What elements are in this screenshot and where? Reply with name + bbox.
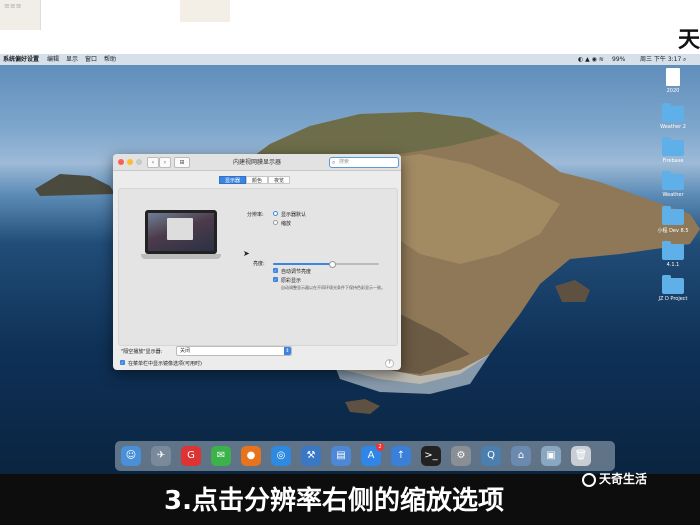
tab-color[interactable]: 颜色 bbox=[246, 176, 269, 184]
auto-brightness-label[interactable]: 自动调节亮度 bbox=[281, 268, 311, 275]
dropdown-arrow-icon: ⇕ bbox=[284, 347, 291, 355]
search-field[interactable]: ⌕ 搜索 bbox=[329, 157, 399, 168]
resolution-default-label[interactable]: 显示器默认 bbox=[281, 211, 306, 218]
brightness-fill bbox=[273, 263, 332, 265]
document-icon bbox=[666, 68, 680, 86]
brightness-slider[interactable] bbox=[273, 261, 379, 268]
dock-finder-icon[interactable]: ☺ bbox=[121, 446, 141, 466]
folder-icon bbox=[662, 275, 684, 294]
dock-preview-icon[interactable]: ▣ bbox=[541, 446, 561, 466]
brightness-label: 亮度: bbox=[253, 261, 265, 267]
dock-firefox-icon[interactable]: ● bbox=[241, 446, 261, 466]
tab-night-shift[interactable]: 夜览 bbox=[268, 176, 291, 184]
dock-wechat-icon[interactable]: ✉ bbox=[211, 446, 231, 466]
dock-upload-icon[interactable]: ↑ bbox=[391, 446, 411, 466]
logo-icon bbox=[582, 472, 596, 487]
dock-badge: 2 bbox=[376, 443, 384, 451]
resolution-scaled-radio[interactable] bbox=[273, 220, 278, 225]
auto-brightness-checkbox[interactable]: ✓ bbox=[273, 268, 278, 273]
menu-item-view[interactable]: 显示 bbox=[66, 54, 78, 65]
airplay-dropdown[interactable]: 关闭 ⇕ bbox=[176, 346, 292, 356]
paper-corner: ≡≡≡ bbox=[0, 0, 41, 30]
dock-system-prefs-icon[interactable]: ⚙ bbox=[451, 446, 471, 466]
status-icons[interactable]: ◐ ▲ ◉ ≋ bbox=[578, 54, 604, 65]
resolution-scaled-label[interactable]: 缩放 bbox=[281, 220, 291, 227]
airplay-label: "隔空播放"显示器: bbox=[121, 349, 163, 355]
menu-clock[interactable]: 周三 下午 3:17 bbox=[640, 54, 681, 65]
airplay-value: 关闭 bbox=[180, 348, 191, 354]
desktop-icon[interactable]: JZ D Project bbox=[653, 275, 693, 302]
help-button[interactable]: ? bbox=[385, 359, 394, 368]
dock-launchpad-icon[interactable]: ✈ bbox=[151, 446, 171, 466]
display-preferences-window: ‹ › ⊞ 内建视网膜显示器 ⌕ 搜索 显示器 颜色 夜览 分辨率: 显示器默认… bbox=[113, 154, 401, 370]
search-icon: ⌕ bbox=[332, 159, 336, 166]
dock-xcode-icon[interactable]: ⚒ bbox=[301, 446, 321, 466]
menu-bar: 系统偏好设置 编辑 显示 窗口 帮助 ◐ ▲ ◉ ≋ 99% 周三 下午 3:1… bbox=[0, 54, 700, 65]
dock: ☺ ✈ G ✉ ● ◎ ⚒ ▤ A 2 ↑ >_ ⚙ Q ⌂ ▣ 🗑 bbox=[115, 441, 615, 471]
menu-item-edit[interactable]: 编辑 bbox=[47, 54, 59, 65]
dock-trash-icon[interactable]: 🗑 bbox=[571, 446, 591, 466]
folder-icon bbox=[662, 241, 684, 260]
truetone-label[interactable]: 原彩显示 bbox=[281, 277, 301, 284]
watermark-text: 天奇生活 bbox=[599, 472, 648, 486]
search-placeholder: 搜索 bbox=[339, 159, 350, 165]
tab-bar: 显示器 颜色 夜览 bbox=[219, 176, 291, 184]
brightness-knob[interactable] bbox=[328, 261, 336, 268]
desktop-icon[interactable]: 4.1.1 bbox=[653, 241, 693, 268]
window-titlebar[interactable]: ‹ › ⊞ 内建视网膜显示器 ⌕ 搜索 bbox=[113, 154, 401, 171]
desktop-icon[interactable]: 2020 bbox=[653, 68, 693, 94]
folder-icon bbox=[662, 206, 684, 225]
desktop-icon[interactable]: Firebase bbox=[653, 137, 693, 164]
dock-quicktime-icon[interactable]: Q bbox=[481, 446, 501, 466]
battery-status[interactable]: 99% bbox=[612, 54, 625, 65]
mirror-option-label[interactable]: 在菜单栏中显示镜像选项(可用时) bbox=[128, 360, 202, 367]
desktop-icon[interactable]: Weather bbox=[653, 171, 693, 198]
watermark-logo: 天奇生活 bbox=[582, 470, 647, 487]
folder-icon bbox=[662, 103, 684, 122]
photo-top-strip: ≡≡≡ 天 bbox=[0, 0, 700, 54]
menu-app-name[interactable]: 系统偏好设置 bbox=[3, 54, 39, 65]
dock-safari-icon[interactable]: ◎ bbox=[271, 446, 291, 466]
paper-scrap bbox=[180, 0, 230, 22]
top-brand-mark: 天 bbox=[678, 28, 700, 53]
folder-icon bbox=[662, 171, 684, 190]
mac-screen: 系统偏好设置 编辑 显示 窗口 帮助 ◐ ▲ ◉ ≋ 99% 周三 下午 3:1… bbox=[0, 54, 700, 474]
dock-terminal-icon[interactable]: >_ bbox=[421, 446, 441, 466]
menu-item-window[interactable]: 窗口 bbox=[85, 54, 97, 65]
dock-network-icon[interactable]: ⌂ bbox=[511, 446, 531, 466]
menu-item-help[interactable]: 帮助 bbox=[104, 54, 116, 65]
tab-display[interactable]: 显示器 bbox=[219, 176, 247, 184]
instruction-caption: 3.点击分辨率右侧的缩放选项 bbox=[164, 486, 504, 516]
mirror-option-checkbox[interactable]: ✓ bbox=[120, 360, 125, 365]
dock-app-g-icon[interactable]: G bbox=[181, 446, 201, 466]
desktop-icon[interactable]: 小程 Dev 8.5 bbox=[653, 206, 693, 234]
folder-icon bbox=[662, 137, 684, 156]
resolution-label: 分辨率: bbox=[247, 212, 264, 218]
resolution-default-radio[interactable] bbox=[273, 211, 278, 216]
desktop-icon[interactable]: Weather 2 bbox=[653, 103, 693, 130]
dock-files-icon[interactable]: ▤ bbox=[331, 446, 351, 466]
truetone-checkbox[interactable]: ✓ bbox=[273, 277, 278, 282]
search-icon[interactable]: ⌕ bbox=[683, 54, 686, 65]
truetone-description: 自动调整显示器以在不同环境光条件下保持色彩显示一致。 bbox=[281, 285, 385, 290]
mouse-cursor-icon: ➤ bbox=[243, 249, 250, 258]
laptop-illustration bbox=[141, 210, 221, 262]
